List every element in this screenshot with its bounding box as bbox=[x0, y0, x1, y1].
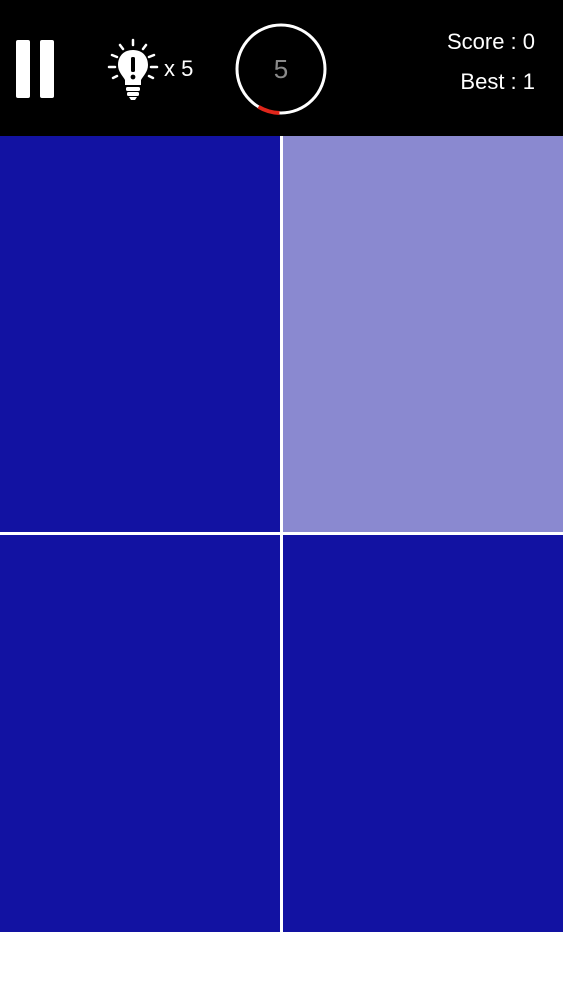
hint-button[interactable]: x 5 bbox=[104, 36, 200, 102]
tile-grid bbox=[0, 136, 563, 932]
bottom-area bbox=[0, 932, 563, 1000]
game-screen: x 5 5 Score : 0 Best : 1 bbox=[0, 0, 563, 1000]
top-bar: x 5 5 Score : 0 Best : 1 bbox=[0, 0, 563, 136]
score-panel: Score : 0 Best : 1 bbox=[447, 26, 535, 106]
hint-count: x 5 bbox=[164, 56, 194, 81]
score-label: Score : 0 bbox=[446, 29, 535, 54]
tile-odd-one[interactable] bbox=[283, 136, 563, 532]
pause-icon bbox=[16, 40, 30, 98]
timer-value: 5 bbox=[273, 54, 289, 84]
lightbulb-icon bbox=[107, 38, 159, 100]
best-score-label: Best : 1 bbox=[460, 69, 535, 94]
countdown-timer: 5 bbox=[234, 22, 328, 116]
pause-icon-bar bbox=[40, 40, 54, 98]
tile[interactable] bbox=[0, 535, 280, 932]
pause-button[interactable] bbox=[12, 36, 62, 102]
tile[interactable] bbox=[283, 535, 563, 932]
tile[interactable] bbox=[0, 136, 280, 532]
